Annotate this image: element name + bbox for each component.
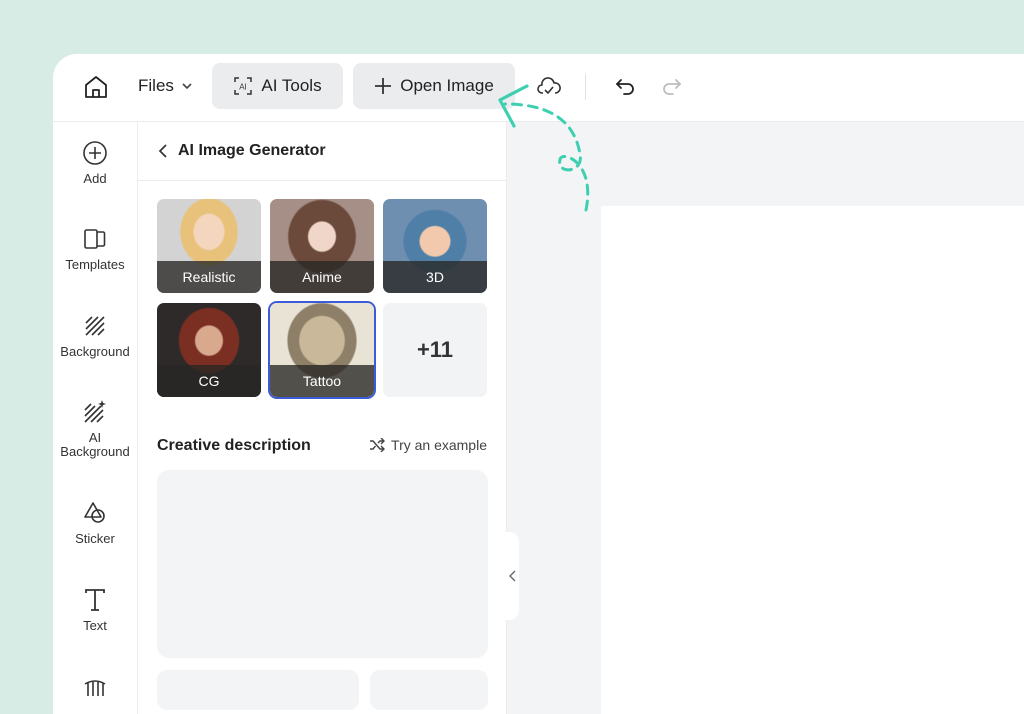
ai-scan-icon: AI — [234, 77, 253, 95]
sidebar-item-label: Templates — [65, 257, 125, 272]
sidebar-item-label: Add — [83, 171, 107, 186]
chevron-left-icon — [508, 570, 515, 582]
chevron-left-icon — [158, 144, 167, 158]
sidebar-item-label: Text — [83, 618, 107, 633]
style-label: Realistic — [157, 261, 261, 293]
ai-tools-button[interactable]: AI AI Tools — [212, 63, 343, 109]
sidebar-item-label: Background — [60, 344, 130, 359]
chevron-down-icon — [182, 83, 192, 90]
toolbar-divider — [585, 74, 586, 100]
creative-description-title: Creative description — [157, 437, 311, 454]
style-label: 3D — [383, 261, 487, 293]
style-card-anime[interactable]: Anime — [270, 199, 374, 293]
files-menu[interactable]: Files — [138, 76, 193, 96]
top-toolbar: Files AI AI Tools Open Image — [53, 54, 1024, 122]
editor-window: Files AI AI Tools Open Image Add Templat… — [53, 54, 1024, 714]
sidebar-item-label: Sticker — [75, 531, 115, 546]
option-pill-right[interactable] — [370, 670, 488, 710]
style-card-3d[interactable]: 3D — [383, 199, 487, 293]
ai-image-generator-panel: AI Image Generator Realistic Anime 3D CG… — [138, 122, 507, 714]
sidebar-item-templates[interactable]: Templates — [53, 226, 137, 272]
style-label: Anime — [270, 261, 374, 293]
more-styles-button[interactable]: +11 — [383, 303, 487, 397]
sidebar-item-add[interactable]: Add — [53, 140, 137, 186]
canvas-page[interactable] — [601, 206, 1024, 714]
shapes-icon — [84, 502, 105, 523]
cloud-sync-icon[interactable] — [536, 74, 562, 100]
panel-title: AI Image Generator — [178, 142, 326, 159]
panel-back-header[interactable]: AI Image Generator — [158, 142, 326, 160]
sidebar-item-ai-background[interactable]: AI Background — [53, 399, 137, 459]
frames-icon — [84, 680, 106, 696]
try-example-button[interactable]: Try an example — [369, 437, 487, 453]
more-styles-count: +11 — [416, 337, 454, 362]
style-card-cg[interactable]: CG — [157, 303, 261, 397]
left-sidebar: Add Templates Background AI Background S… — [53, 122, 138, 714]
templates-icon — [84, 229, 106, 249]
hatch-icon — [85, 316, 105, 336]
plus-icon — [375, 78, 392, 94]
svg-text:AI: AI — [240, 83, 248, 92]
style-label: Tattoo — [270, 365, 374, 397]
panel-divider — [138, 180, 506, 181]
option-pill-left[interactable] — [157, 670, 359, 710]
try-example-label: Try an example — [391, 437, 487, 453]
sidebar-item-more[interactable] — [53, 674, 137, 700]
home-icon[interactable] — [82, 73, 110, 101]
open-image-label: Open Image — [400, 76, 494, 95]
ai-tools-label: AI Tools — [261, 76, 322, 95]
ai-hatch-icon — [84, 400, 106, 423]
open-image-button[interactable]: Open Image — [353, 63, 515, 109]
undo-icon[interactable] — [612, 74, 638, 100]
collapse-panel-handle[interactable] — [505, 532, 519, 620]
plus-circle-icon — [83, 141, 107, 165]
sidebar-item-background[interactable]: Background — [53, 313, 137, 359]
creative-description-input[interactable] — [157, 470, 488, 658]
sidebar-item-text[interactable]: Text — [53, 587, 137, 633]
files-label: Files — [138, 76, 174, 95]
sidebar-item-sticker[interactable]: Sticker — [53, 500, 137, 546]
style-label: CG — [157, 365, 261, 397]
style-card-tattoo[interactable]: Tattoo — [270, 303, 374, 397]
sidebar-item-label: AI Background — [60, 430, 130, 459]
shuffle-icon — [370, 438, 386, 452]
redo-icon[interactable] — [659, 74, 685, 100]
text-icon — [85, 589, 105, 611]
style-card-realistic[interactable]: Realistic — [157, 199, 261, 293]
